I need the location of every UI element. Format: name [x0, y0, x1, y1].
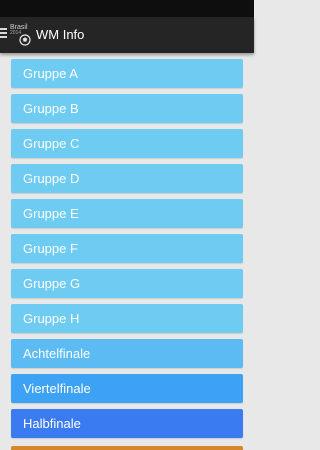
- menu-item-achtelfinale[interactable]: Achtelfinale: [11, 339, 243, 368]
- status-bar: [0, 0, 254, 17]
- menu-list: Gruppe A Gruppe B Gruppe C Gruppe D Grup…: [11, 59, 243, 444]
- menu-icon[interactable]: [0, 28, 8, 39]
- menu-item-viertelfinale[interactable]: Viertelfinale: [11, 374, 243, 403]
- menu-item-gruppe-d[interactable]: Gruppe D: [11, 164, 243, 193]
- menu-item-gruppe-e[interactable]: Gruppe E: [11, 199, 243, 228]
- menu-item-partial[interactable]: [11, 446, 243, 450]
- app-logo[interactable]: Brasil 2014: [10, 22, 32, 48]
- menu-item-halbfinale[interactable]: Halbfinale: [11, 409, 243, 438]
- menu-item-gruppe-a[interactable]: Gruppe A: [11, 59, 243, 88]
- menu-item-gruppe-h[interactable]: Gruppe H: [11, 304, 243, 333]
- menu-item-gruppe-f[interactable]: Gruppe F: [11, 234, 243, 263]
- action-bar: Brasil 2014 WM Info: [0, 17, 254, 53]
- football-icon: [19, 34, 31, 46]
- app-title: WM Info: [36, 27, 85, 42]
- menu-item-gruppe-g[interactable]: Gruppe G: [11, 269, 243, 298]
- menu-item-gruppe-b[interactable]: Gruppe B: [11, 94, 243, 123]
- menu-item-gruppe-c[interactable]: Gruppe C: [11, 129, 243, 158]
